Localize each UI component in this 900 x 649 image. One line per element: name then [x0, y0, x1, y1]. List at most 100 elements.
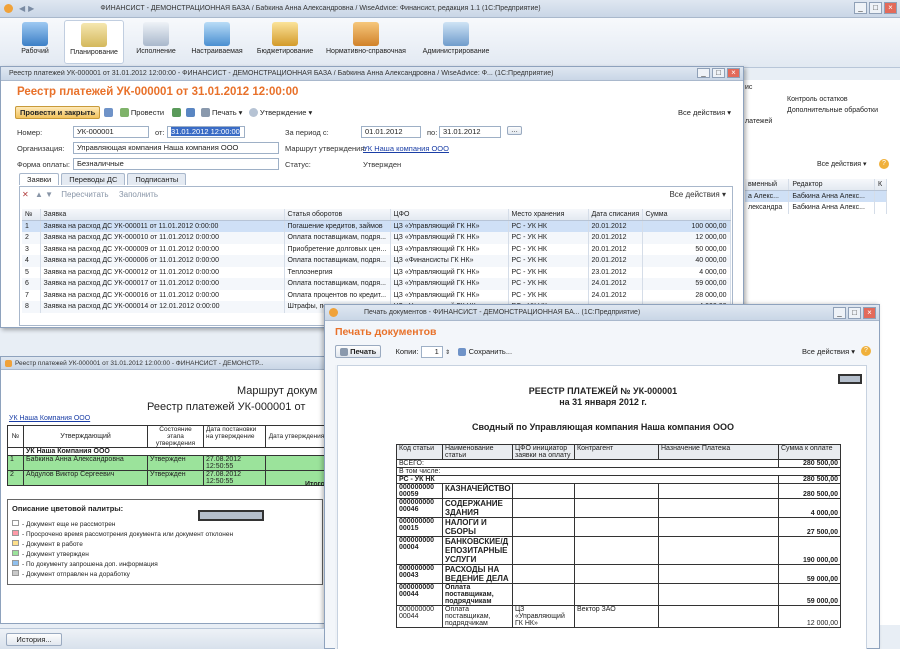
- history-button[interactable]: История...: [6, 633, 62, 646]
- col-article[interactable]: Статья оборотов: [284, 209, 391, 221]
- section-admin[interactable]: Администрирование: [412, 22, 500, 55]
- control-balances-link[interactable]: Контроль остатков: [787, 96, 848, 103]
- period-select-button[interactable]: …: [507, 126, 522, 135]
- col-storage[interactable]: Место хранения: [508, 209, 589, 221]
- background-all-actions[interactable]: Все действия ▾: [817, 160, 866, 168]
- section-label: Планирование: [70, 49, 118, 56]
- recalc-button[interactable]: Пересчитать: [61, 190, 108, 199]
- maximize-button[interactable]: □: [848, 307, 861, 319]
- period-from-field[interactable]: 01.01.2012: [361, 126, 421, 138]
- nav-forward-icon[interactable]: ▶: [28, 4, 34, 13]
- grid-cell: 12 000,00: [642, 232, 731, 244]
- doc-cell: [574, 583, 659, 606]
- section-custom[interactable]: Настраиваемая: [186, 22, 248, 55]
- legend-swatch: [12, 520, 19, 526]
- section-planning[interactable]: Планирование: [64, 20, 124, 64]
- table-row[interactable]: 1 Заявка на расход ДС УК-000011 от 11.01.…: [22, 220, 731, 232]
- table-row[interactable]: 2 Заявка на расход ДС УК-000010 от 11.01.…: [22, 232, 731, 244]
- table-row[interactable]: 7 Заявка на расход ДС УК-000016 от 11.01.…: [22, 289, 731, 301]
- grid-cell: ЦЗ «Управляющий ГК НК»: [390, 266, 509, 278]
- doc-cell: [658, 498, 779, 518]
- grid-cell: Теплоэнергия: [284, 266, 391, 278]
- move-down-icon[interactable]: ▼: [45, 190, 53, 199]
- register-all-actions[interactable]: Все действия ▾: [678, 108, 731, 117]
- table-row[interactable]: 6 Заявка на расход ДС УК-000017 от 11.01.…: [22, 278, 731, 290]
- bg-cell: [874, 190, 887, 202]
- doc-cell: [658, 483, 779, 499]
- section-label: Администрирование: [422, 48, 490, 55]
- section-label: Настраиваемая: [191, 48, 243, 55]
- maximize-button[interactable]: □: [869, 2, 882, 14]
- route-label: Маршрут утверждения:: [285, 144, 367, 153]
- nav-back-icon[interactable]: ◀: [19, 4, 25, 13]
- doc-cell: НАЛОГИ И СБОРЫ: [442, 517, 513, 537]
- save-icon[interactable]: [104, 108, 114, 118]
- payment-form-field[interactable]: Безналичные: [73, 158, 279, 170]
- col-date[interactable]: Дата списания: [588, 209, 643, 221]
- date-field[interactable]: 31.01.2012 12:00:00: [167, 126, 245, 138]
- number-label: Номер:: [17, 128, 43, 137]
- post-button[interactable]: Провести: [131, 108, 164, 117]
- print-button[interactable]: Печать: [335, 345, 382, 359]
- tab-requests[interactable]: Заявки: [19, 173, 60, 185]
- fill-button[interactable]: Заполнить: [119, 190, 158, 199]
- number-field[interactable]: УК-000001: [73, 126, 149, 138]
- table-row[interactable]: 5 Заявка на расход ДС УК-000012 от 11.01.…: [22, 266, 731, 278]
- table-row[interactable]: 3 Заявка на расход ДС УК-000009 от 11.01.…: [22, 243, 731, 255]
- copies-input[interactable]: 1: [420, 345, 443, 358]
- copies-spin-icon[interactable]: ⇕: [445, 350, 450, 356]
- grid-cell: Заявка на расход ДС УК-000010 от 11.01.2…: [40, 232, 285, 244]
- col-cfo[interactable]: ЦФО: [390, 209, 509, 221]
- section-budgeting[interactable]: Бюджетирование: [250, 22, 320, 55]
- save-button[interactable]: Сохранить...: [469, 347, 513, 356]
- delete-icon[interactable]: ✕: [22, 190, 29, 199]
- col-sum[interactable]: Сумма: [642, 209, 731, 221]
- route-org[interactable]: УК Наша Компания ООО: [9, 415, 90, 422]
- table-row[interactable]: а Алекс... Бабкина Анна Алекс...: [745, 190, 887, 202]
- section-execution[interactable]: Исполнение: [128, 22, 184, 55]
- period-to-field[interactable]: 31.01.2012: [439, 126, 501, 138]
- grid-cell: Оплата поставщикам, подря...: [284, 255, 391, 267]
- col-request[interactable]: Заявка: [40, 209, 285, 221]
- grid-cell: 24.01.2012: [588, 289, 643, 301]
- close-button[interactable]: ×: [884, 2, 897, 14]
- org-field[interactable]: Управляющая компания Наша компания ООО: [73, 142, 279, 154]
- print-menu-button[interactable]: Печать ▾: [212, 108, 242, 117]
- approval-menu-button[interactable]: Утверждение ▾: [260, 108, 312, 117]
- grid-cell: ЦЗ «Финансисты ГК НК»: [390, 255, 509, 267]
- legend-swatch: [12, 550, 19, 556]
- table-row[interactable]: лександра Бабкина Анна Алекс...: [745, 202, 887, 214]
- post-and-close-button[interactable]: Провести и закрыть: [15, 106, 101, 119]
- section-reference[interactable]: Нормативно-справочная: [324, 22, 408, 55]
- refresh-icon[interactable]: [185, 108, 195, 118]
- grid-cell: РС - УК НК: [508, 266, 589, 278]
- grid-all-actions[interactable]: Все действия ▾: [669, 190, 726, 199]
- legend-item: - Документ в работе: [12, 540, 233, 550]
- minimize-button[interactable]: _: [854, 2, 867, 14]
- section-desktop[interactable]: Рабочий: [10, 22, 60, 55]
- help-icon[interactable]: ?: [861, 346, 871, 356]
- route-link[interactable]: УК Наша компания ООО: [363, 144, 449, 153]
- route-col-approver: Утверждающий: [23, 425, 148, 448]
- tab-transfers[interactable]: Переводы ДС: [61, 173, 126, 185]
- maximize-button[interactable]: □: [712, 68, 725, 78]
- close-button[interactable]: ×: [727, 68, 740, 78]
- table-row[interactable]: 1 Бабкина Анна Александровна Утвержден 27.0…: [7, 455, 328, 471]
- struct-icon[interactable]: [172, 108, 182, 118]
- date-label: от:: [155, 128, 165, 137]
- help-icon[interactable]: ?: [879, 159, 889, 169]
- table-row[interactable]: 4 Заявка на расход ДС УК-000006 от 11.01.…: [22, 255, 731, 267]
- additional-processing-link[interactable]: Дополнительные обработки: [787, 107, 878, 114]
- doc-total-row: ВСЕГО: 280 500,00: [396, 459, 841, 468]
- minimize-button[interactable]: _: [697, 68, 710, 78]
- tab-signers[interactable]: Подписанты: [127, 173, 187, 185]
- doc-cell: 59 000,00: [778, 564, 841, 584]
- col-num[interactable]: №: [22, 209, 41, 221]
- move-up-icon[interactable]: ▲: [35, 190, 43, 199]
- minimize-button[interactable]: _: [833, 307, 846, 319]
- table-row[interactable]: 2 Абдулов Виктор Сергеевич Утвержден 27.08.…: [7, 470, 328, 486]
- doc-cell: 27 500,00: [778, 517, 841, 537]
- print-all-actions[interactable]: Все действия ▾: [802, 347, 855, 356]
- route-group: УК Наша Компания ООО: [23, 447, 328, 456]
- close-button[interactable]: ×: [863, 307, 876, 319]
